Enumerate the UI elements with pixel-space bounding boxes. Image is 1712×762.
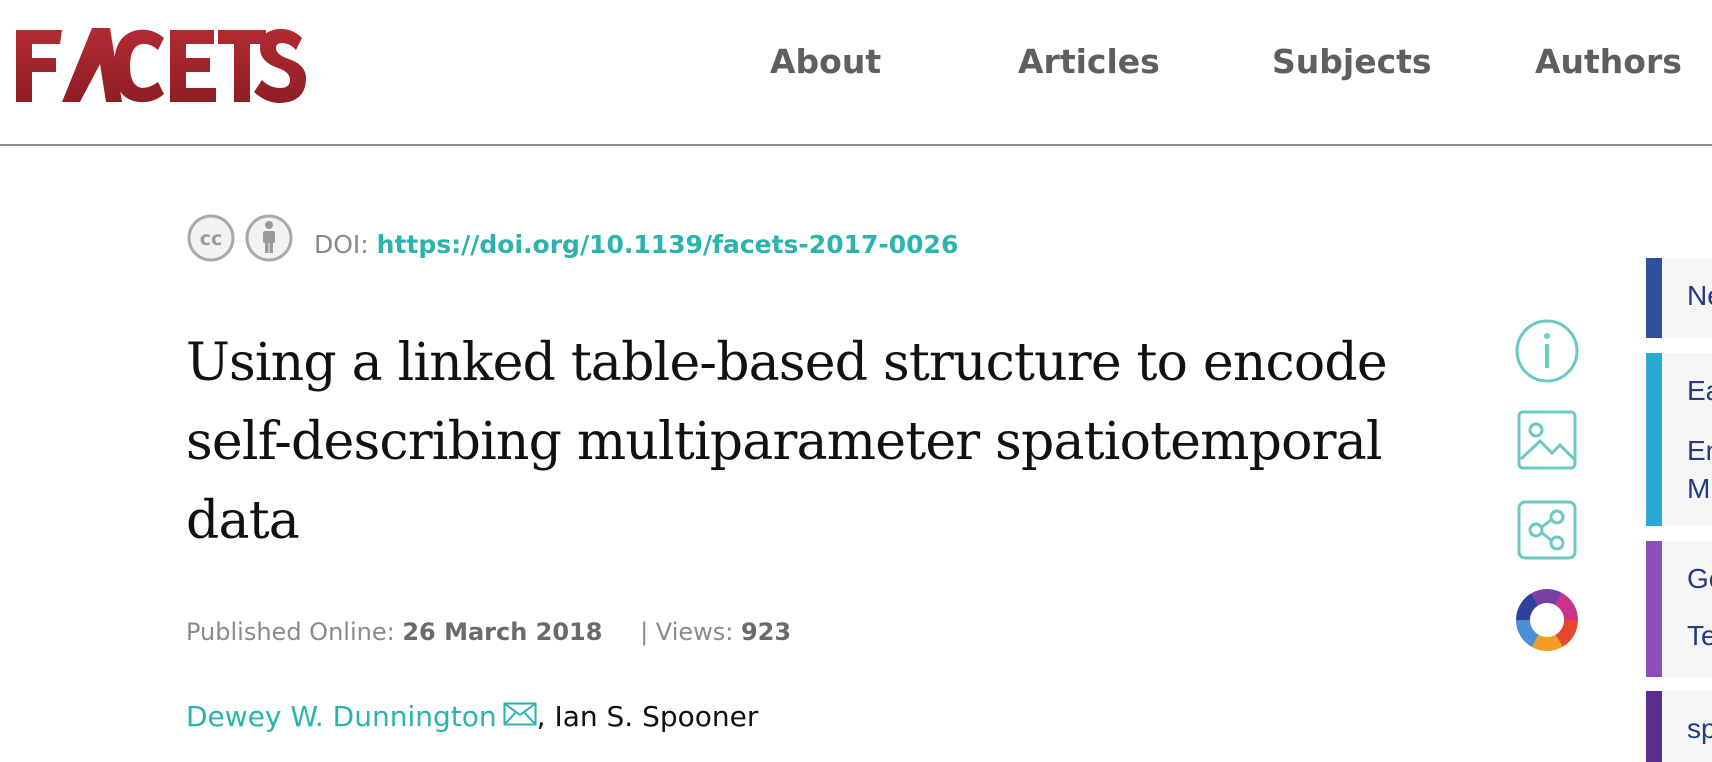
nav-articles[interactable]: Articles: [1018, 42, 1160, 81]
author-list: Dewey W. Dunnington, Ian S. Spooner: [186, 700, 758, 733]
share-icon[interactable]: [1512, 495, 1582, 565]
nav-authors[interactable]: Authors: [1535, 42, 1682, 81]
author-link-dunnington[interactable]: Dewey W. Dunnington: [186, 700, 497, 733]
doi-label: DOI:: [314, 230, 377, 259]
published-label: Published Online:: [186, 618, 403, 646]
altmetric-icon[interactable]: [1512, 585, 1582, 655]
figures-icon[interactable]: [1512, 405, 1582, 475]
facets-logo[interactable]: [14, 22, 306, 106]
mail-icon[interactable]: [503, 702, 537, 726]
side-card-1[interactable]: Ne: [1646, 258, 1712, 338]
article-title: Using a linked table-based structure to …: [186, 333, 1388, 551]
side-card-accent: [1646, 353, 1662, 526]
publication-meta: Published Online: 26 March 2018 | Views:…: [186, 618, 791, 646]
side-card-accent: [1646, 541, 1662, 677]
site-header: About Articles Subjects Authors: [0, 0, 1712, 146]
nav-about[interactable]: About: [770, 42, 881, 81]
side-card-4[interactable]: sp: [1646, 691, 1712, 762]
side-card-text: Ge: [1687, 563, 1712, 594]
attribution-icon[interactable]: [244, 213, 294, 263]
side-card-text: Te: [1687, 620, 1712, 651]
side-card-accent: [1646, 691, 1662, 762]
side-card-accent: [1646, 258, 1662, 338]
side-card-text: En: [1687, 435, 1712, 466]
creative-commons-icon[interactable]: cc: [186, 213, 236, 263]
views-count: 923: [740, 618, 792, 646]
side-card-2[interactable]: Ea En M: [1646, 353, 1712, 526]
side-card-text: Ne: [1687, 280, 1712, 311]
views-label: | Views:: [640, 618, 741, 646]
info-icon[interactable]: [1512, 316, 1582, 386]
side-card-text: M: [1687, 473, 1711, 504]
doi-line: DOI: https://doi.org/10.1139/facets-2017…: [314, 230, 958, 259]
author-separator: ,: [536, 700, 555, 733]
svg-text:cc: cc: [200, 228, 223, 250]
doi-link[interactable]: https://doi.org/10.1139/facets-2017-0026: [377, 230, 959, 259]
published-date: 26 March 2018: [402, 618, 603, 646]
side-card-3[interactable]: Ge Te: [1646, 541, 1712, 677]
nav-subjects[interactable]: Subjects: [1272, 42, 1432, 81]
side-card-text: sp: [1687, 713, 1712, 744]
side-card-text: Ea: [1687, 375, 1712, 406]
author-spooner: Ian S. Spooner: [554, 700, 759, 733]
